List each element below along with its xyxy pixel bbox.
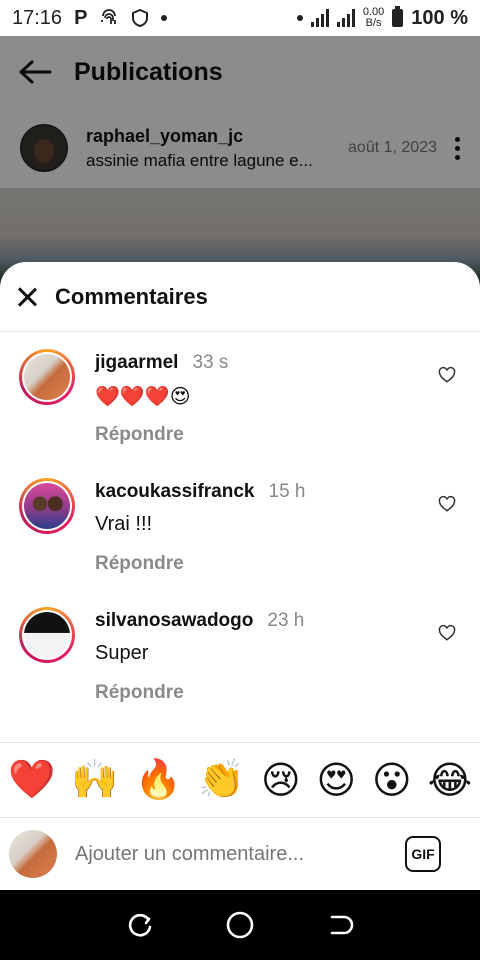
recent-apps-icon[interactable]	[126, 911, 154, 939]
fingerprint-icon	[101, 9, 117, 24]
sheet-title: Commentaires	[55, 283, 208, 309]
emoji-heart-button[interactable]: ❤️	[8, 758, 55, 802]
comment-time: 33 s	[192, 352, 229, 373]
comment-text: ❤️❤️❤️😍	[95, 386, 191, 408]
home-icon[interactable]	[225, 910, 255, 940]
emoji-laughing-button[interactable]: 😂	[428, 758, 472, 803]
emoji-crying-button[interactable]: 😢	[261, 758, 301, 803]
comment-username[interactable]: kacoukassifranck	[95, 481, 255, 502]
comment-username[interactable]: jigaarmel	[95, 352, 178, 373]
comment-time: 23 h	[267, 610, 305, 631]
parking-icon: P	[74, 6, 88, 29]
emoji-heart-eyes-button[interactable]: 😍	[317, 758, 357, 803]
system-nav-bar	[0, 890, 480, 960]
comment-item: silvanosawadogo 23 h Super Répondre	[0, 590, 480, 710]
comment-text: Super	[95, 642, 149, 664]
avatar[interactable]	[19, 607, 75, 663]
comment-input[interactable]	[73, 841, 405, 867]
emoji-clap-button[interactable]: 👏	[198, 758, 245, 802]
reply-button[interactable]: Répondre	[95, 424, 184, 446]
avatar[interactable]	[19, 478, 75, 534]
signal-icon	[310, 9, 329, 27]
gif-button[interactable]: GIF	[405, 836, 441, 872]
heart-icon[interactable]	[438, 624, 456, 642]
avatar[interactable]	[19, 349, 75, 405]
back-icon[interactable]	[326, 911, 354, 939]
comment-username[interactable]: silvanosawadogo	[95, 610, 253, 631]
notification-dot-icon	[296, 15, 303, 21]
comment-item: kacoukassifranck 15 h Vrai !!! Répondre	[0, 461, 480, 581]
emoji-quick-bar: ❤️ 🙌 🔥 👏 😢 😍 😮 😂	[0, 742, 480, 818]
emoji-fire-button[interactable]: 🔥	[134, 758, 181, 802]
comments-sheet: Commentaires jigaarmel 33 s ❤️❤️❤️😍 Répon…	[0, 262, 480, 890]
notification-dot-icon	[161, 15, 168, 21]
battery-icon	[392, 6, 404, 27]
heart-icon[interactable]	[438, 366, 456, 384]
reply-button[interactable]: Répondre	[95, 682, 184, 704]
emoji-surprised-button[interactable]: 😮	[372, 758, 412, 803]
battery-level: 100 %	[411, 6, 468, 29]
comment-text: Vrai !!!	[95, 513, 153, 535]
status-bar: 17:16 P 0.00 B/s 100 %	[0, 0, 480, 36]
close-icon[interactable]	[16, 286, 38, 308]
status-time: 17:16	[12, 6, 63, 29]
reply-button[interactable]: Répondre	[95, 553, 184, 575]
network-speed: 0.00 B/s	[362, 6, 385, 29]
heart-icon[interactable]	[438, 495, 456, 513]
comment-item: jigaarmel 33 s ❤️❤️❤️😍 Répondre	[0, 332, 480, 452]
comment-composer: GIF	[0, 818, 480, 890]
signal-icon	[336, 9, 355, 27]
avatar	[9, 830, 57, 878]
emoji-raised-hands-button[interactable]: 🙌	[71, 758, 118, 802]
comment-time: 15 h	[268, 481, 306, 502]
shield-icon	[132, 8, 149, 28]
